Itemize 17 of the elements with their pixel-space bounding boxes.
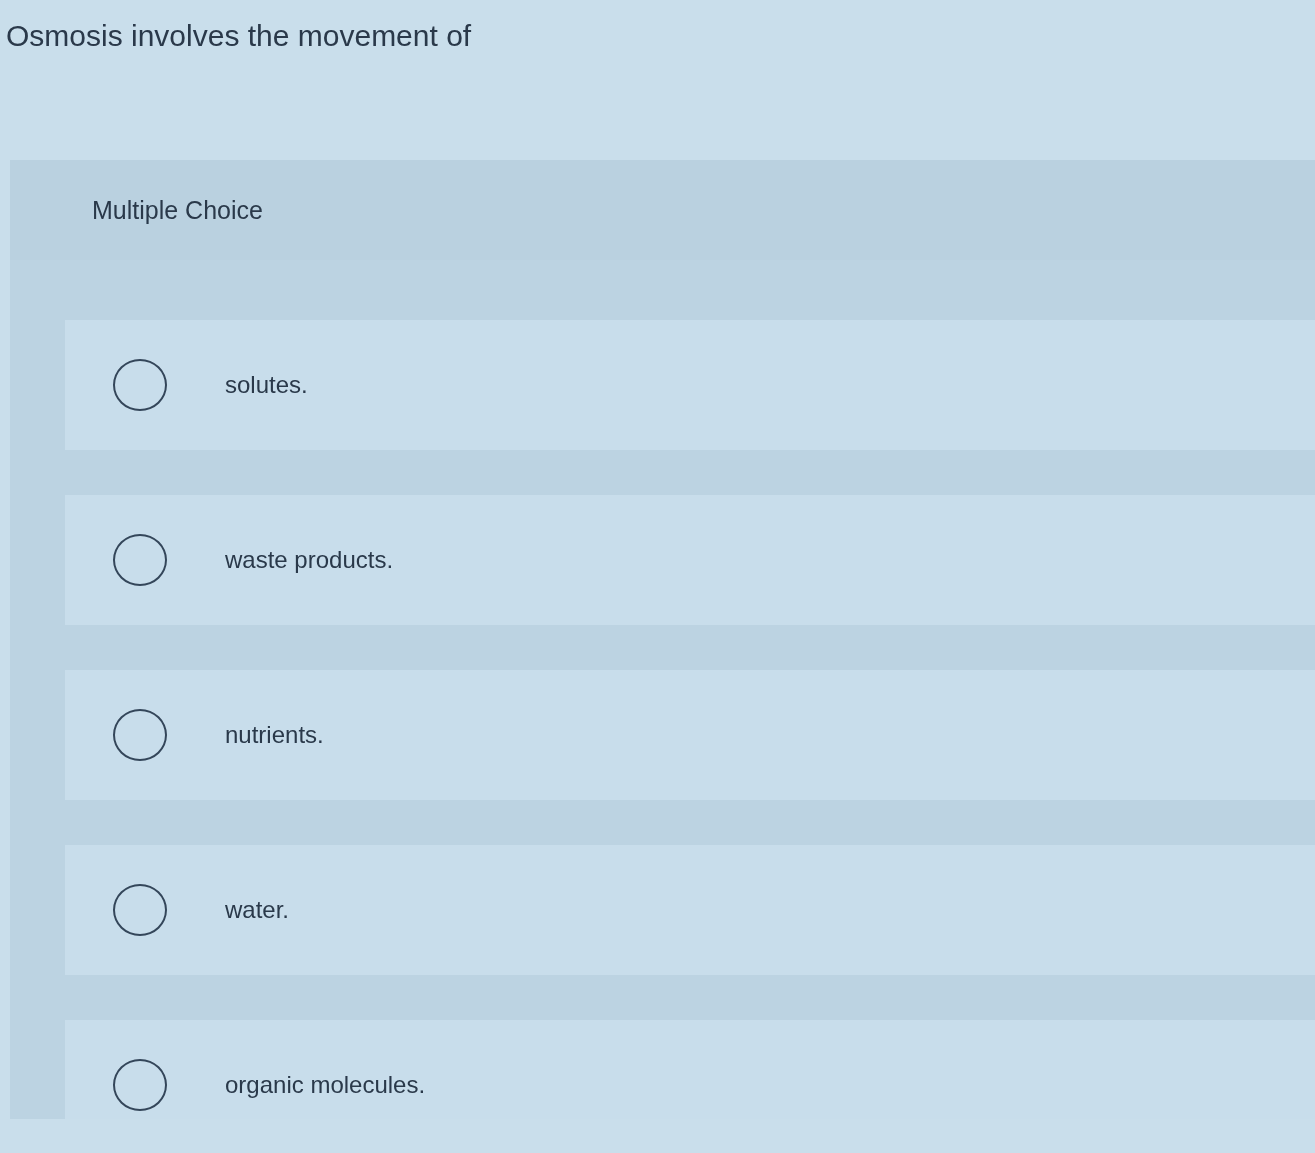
option-label: organic molecules. (225, 1070, 426, 1100)
answer-option[interactable]: organic molecules. (65, 1020, 1315, 1119)
option-label: waste products. (225, 545, 394, 575)
option-label: nutrients. (225, 720, 324, 750)
radio-button[interactable] (113, 709, 167, 761)
radio-button[interactable] (113, 534, 167, 586)
answer-option[interactable]: solutes. (65, 320, 1315, 450)
radio-button[interactable] (113, 1059, 167, 1111)
radio-button[interactable] (113, 359, 167, 411)
answer-option[interactable]: nutrients. (65, 670, 1315, 800)
option-label: water. (225, 895, 290, 925)
question-type-label: Multiple Choice (92, 195, 263, 225)
answer-option[interactable]: waste products. (65, 495, 1315, 625)
radio-button[interactable] (113, 884, 167, 936)
answer-option[interactable]: water. (65, 845, 1315, 975)
question-text: Osmosis involves the movement of (5, 18, 472, 54)
option-label: solutes. (225, 370, 308, 400)
